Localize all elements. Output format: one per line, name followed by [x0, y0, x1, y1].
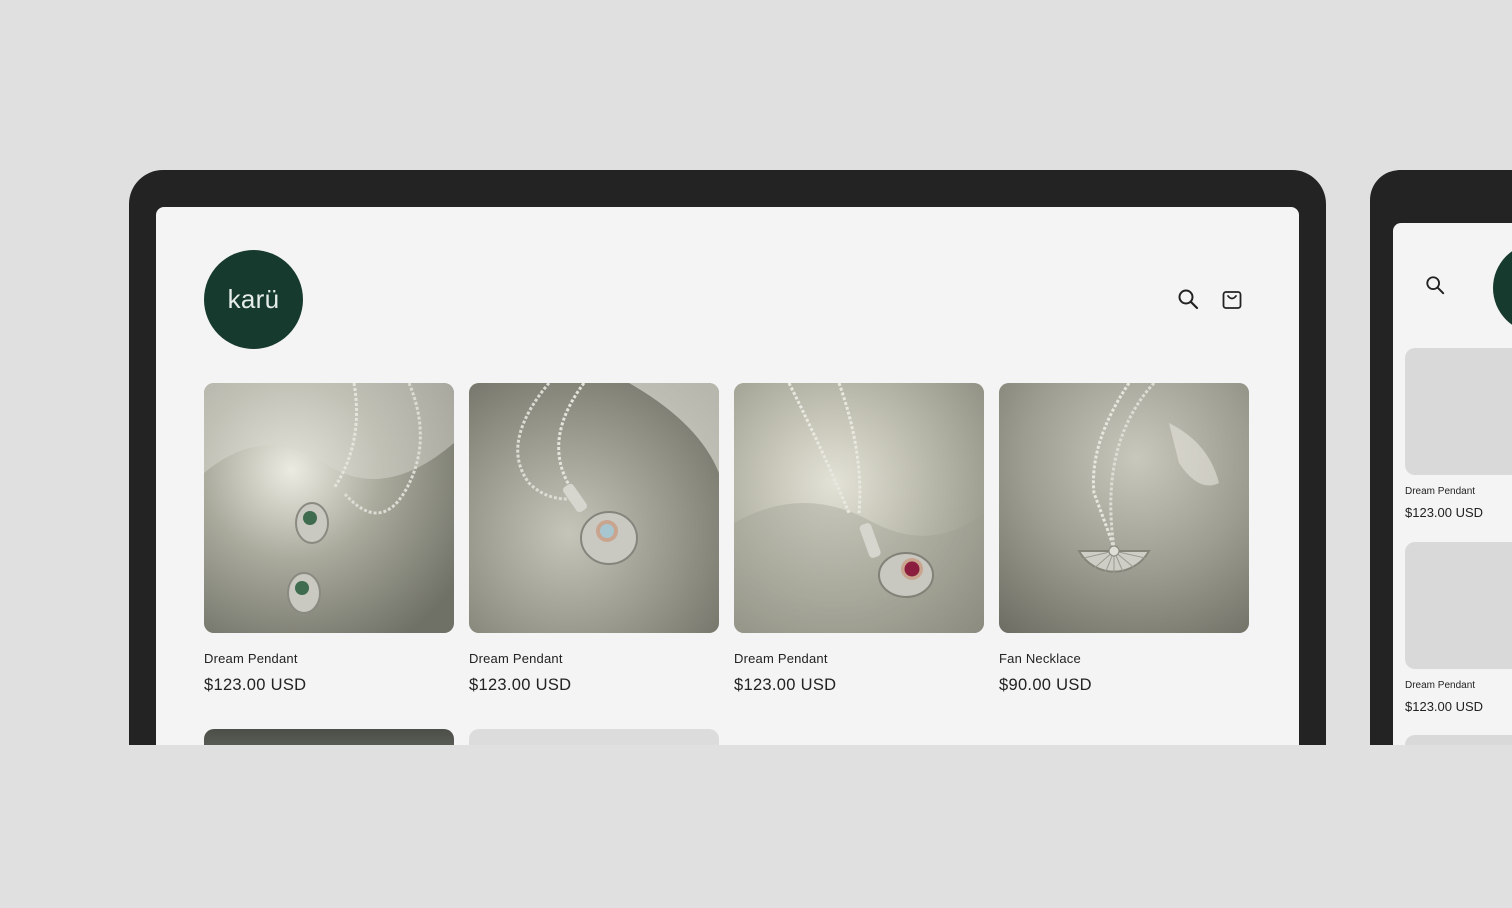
product-card[interactable]: Dream Pendant $123.00 USD: [1405, 542, 1512, 714]
product-price: $123.00 USD: [204, 676, 307, 694]
product-price: $123.00 USD: [734, 676, 837, 694]
product-title[interactable]: Dream Pendant: [469, 651, 719, 666]
secondary-device-frame: Dream Pendant $123.00 USD Dream Pendant …: [1370, 170, 1512, 745]
product-price: $123.00 USD: [469, 676, 572, 694]
product-title[interactable]: Fan Necklace: [999, 651, 1249, 666]
product-card[interactable]: Dream Pendant $123.00 USD: [469, 383, 719, 695]
product-grid: Dream Pendant $123.00 USD Dream Pendant …: [204, 383, 1249, 695]
product-image[interactable]: [734, 383, 984, 633]
store-logo[interactable]: [1493, 243, 1512, 333]
product-image[interactable]: [999, 383, 1249, 633]
search-icon[interactable]: [1425, 275, 1447, 297]
product-price: $123.00 USD: [1405, 699, 1484, 714]
product-title[interactable]: Dream Pendant: [204, 651, 454, 666]
product-image[interactable]: [469, 383, 719, 633]
product-card[interactable]: Dream Pendant $123.00 USD: [734, 383, 984, 695]
product-title[interactable]: Dream Pendant: [734, 651, 984, 666]
secondary-screen: Dream Pendant $123.00 USD Dream Pendant …: [1393, 223, 1512, 745]
product-title[interactable]: Dream Pendant: [1405, 680, 1512, 691]
storefront-screen: karü Dream Pendant $123.00 USD Dream Pen…: [156, 207, 1299, 745]
product-price: $123.00 USD: [1405, 505, 1484, 520]
presentation-stage: karü Dream Pendant $123.00 USD Dream Pen…: [0, 0, 1512, 908]
cart-bag-icon[interactable]: [1220, 287, 1244, 311]
product-image-placeholder[interactable]: [1405, 542, 1512, 669]
product-card[interactable]: Fan Necklace $90.00 USD: [999, 383, 1249, 695]
product-image[interactable]: [204, 729, 454, 745]
product-image-placeholder[interactable]: [1405, 735, 1512, 745]
product-card[interactable]: Dream Pendant $123.00 USD: [204, 383, 454, 695]
product-price: $90.00 USD: [999, 676, 1092, 694]
laptop-frame: karü Dream Pendant $123.00 USD Dream Pen…: [129, 170, 1326, 745]
product-grid-row-2: [204, 729, 719, 745]
store-logo[interactable]: karü: [204, 250, 303, 349]
product-image[interactable]: [204, 383, 454, 633]
product-card[interactable]: Dream Pendant $123.00 USD: [1405, 348, 1512, 520]
header-actions: [1176, 287, 1244, 311]
search-icon[interactable]: [1176, 287, 1200, 311]
product-title[interactable]: Dream Pendant: [1405, 486, 1512, 497]
product-image-placeholder[interactable]: [1405, 348, 1512, 475]
logo-text: karü: [227, 284, 280, 314]
product-image-placeholder[interactable]: [469, 729, 719, 745]
